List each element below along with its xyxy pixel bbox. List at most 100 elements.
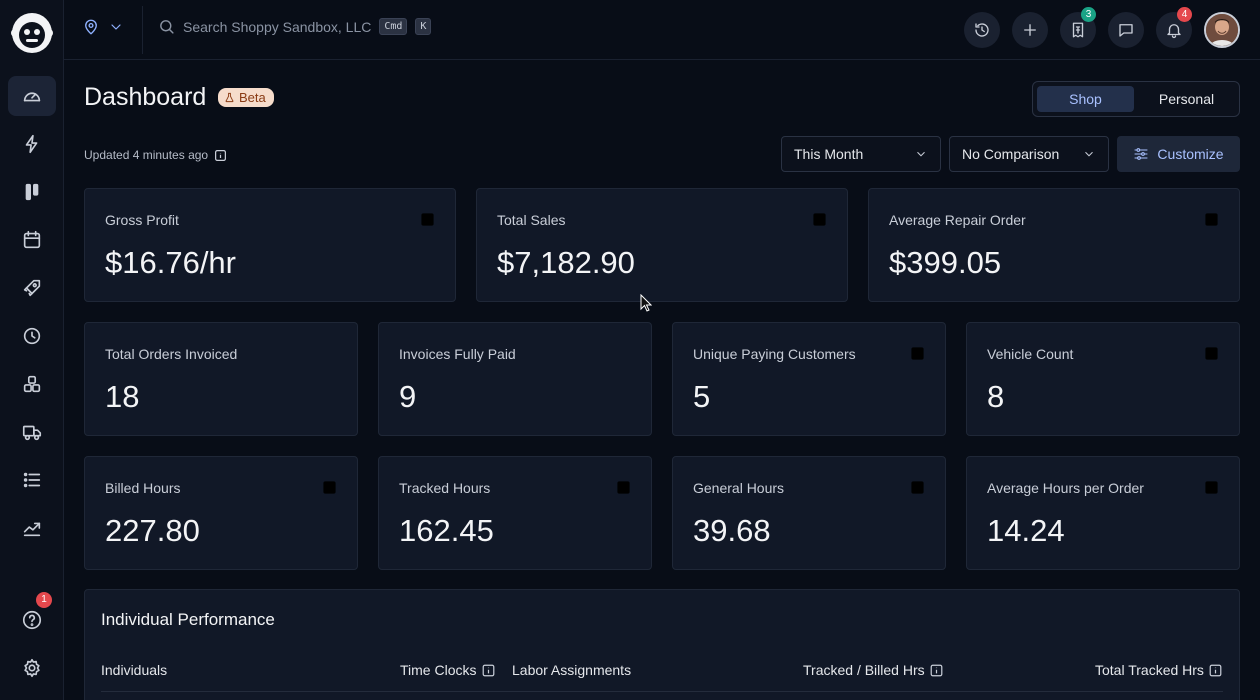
create-button[interactable]: [1012, 12, 1048, 48]
info-icon[interactable]: [1204, 212, 1219, 227]
sidebar-item-marketing[interactable]: [8, 268, 56, 308]
info-icon[interactable]: [1204, 480, 1219, 495]
metric-label: Average Repair Order: [889, 212, 1026, 228]
metric-label: Vehicle Count: [987, 346, 1074, 362]
page-title: Dashboard: [84, 83, 207, 111]
sidebar: 1: [0, 0, 64, 700]
tasks-badge: 3: [1081, 7, 1096, 22]
metric-card-average-repair-order: Average Repair Order $399.05: [868, 188, 1240, 302]
column-label: Total Tracked Hrs: [1095, 662, 1204, 678]
info-icon[interactable]: [482, 664, 495, 677]
info-icon[interactable]: [1204, 346, 1219, 361]
board-columns-icon: [25, 183, 39, 201]
info-icon[interactable]: [214, 149, 227, 162]
metric-value: $7,182.90: [497, 245, 635, 280]
top-bar: Search Shoppy Sandbox, LLC Cmd K 3 4: [64, 0, 1260, 60]
customize-label: Customize: [1157, 146, 1224, 162]
sidebar-item-calendar[interactable]: [8, 220, 56, 260]
info-icon[interactable]: [322, 480, 337, 495]
sliders-icon: [1134, 148, 1148, 160]
list-icon: [23, 472, 41, 488]
notifications-button[interactable]: 4: [1156, 7, 1192, 48]
info-icon[interactable]: [910, 480, 925, 495]
toggle-personal[interactable]: Personal: [1138, 86, 1235, 112]
clock-icon: [23, 327, 41, 345]
calendar-icon: [23, 230, 41, 249]
inventory-icon: [23, 375, 41, 393]
metric-value: 5: [693, 379, 711, 414]
help-badge: 1: [36, 592, 52, 608]
comparison-value: No Comparison: [962, 146, 1060, 162]
sidebar-item-vehicles[interactable]: [8, 412, 56, 452]
sidebar-item-lists[interactable]: [8, 460, 56, 500]
messages-button[interactable]: [1108, 12, 1144, 48]
sidebar-item-inventory[interactable]: [8, 364, 56, 404]
sidebar-item-automations[interactable]: [8, 124, 56, 164]
shopmonkey-logo-icon[interactable]: [10, 11, 54, 55]
metric-card-total-orders-invoiced: Total Orders Invoiced 18: [84, 322, 358, 436]
period-select[interactable]: This Month: [781, 136, 941, 172]
receipt-icon: [1072, 22, 1084, 38]
panel-title: Individual Performance: [101, 610, 275, 629]
global-search[interactable]: Search Shoppy Sandbox, LLC Cmd K: [158, 18, 432, 35]
toggle-shop[interactable]: Shop: [1037, 86, 1134, 112]
metric-label: Unique Paying Customers: [693, 346, 856, 362]
metric-label: Total Orders Invoiced: [105, 346, 238, 362]
metric-value: 9: [399, 379, 417, 414]
metric-label: Average Hours per Order: [987, 480, 1144, 496]
sidebar-item-timeclock[interactable]: [8, 316, 56, 356]
column-label: Tracked / Billed Hrs: [803, 662, 925, 678]
column-label: Time Clocks: [400, 662, 477, 678]
info-icon[interactable]: [1209, 664, 1222, 677]
sidebar-item-help[interactable]: 1: [8, 592, 56, 640]
location-selector[interactable]: [82, 18, 124, 36]
metric-value: 162.45: [399, 513, 494, 548]
history-icon: [975, 23, 989, 37]
shortcut-cmd-key: Cmd: [379, 18, 408, 35]
lightning-icon: [25, 134, 38, 154]
column-label: Labor Assignments: [512, 662, 632, 678]
search-icon: [160, 20, 174, 34]
metric-value: 14.24: [987, 513, 1065, 548]
info-icon[interactable]: [910, 346, 925, 361]
help-icon: [22, 610, 42, 630]
column-header-individuals[interactable]: Individuals: [101, 662, 167, 678]
top-actions: 3 4: [964, 7, 1240, 48]
sidebar-item-reports[interactable]: [8, 508, 56, 548]
flask-icon: [225, 92, 234, 103]
user-photo-icon: [1206, 14, 1238, 46]
metric-label: Gross Profit: [105, 212, 179, 228]
history-button[interactable]: [964, 12, 1000, 48]
map-pin-icon: [85, 19, 97, 35]
sidebar-item-dashboard[interactable]: [8, 76, 56, 116]
customize-button[interactable]: Customize: [1117, 136, 1240, 172]
metric-value: 39.68: [693, 513, 771, 548]
bell-icon: [1167, 24, 1181, 39]
metric-card-average-hours-per-order: Average Hours per Order 14.24: [966, 456, 1240, 570]
tasks-button[interactable]: 3: [1060, 7, 1096, 48]
topbar-divider: [142, 6, 143, 54]
metric-value: 18: [105, 379, 140, 414]
dashboard-main: Dashboard Beta Updated 4 minutes ago Sho…: [64, 60, 1260, 700]
info-icon[interactable]: [812, 212, 827, 227]
column-header-time-clocks[interactable]: Time Clocks: [400, 662, 495, 678]
truck-icon: [22, 425, 42, 441]
column-header-labor-assignments[interactable]: Labor Assignments: [512, 662, 631, 678]
column-header-total-tracked-hrs[interactable]: Total Tracked Hrs: [1095, 662, 1222, 678]
updated-text: Updated 4 minutes ago: [84, 148, 209, 162]
column-label: Individuals: [101, 662, 168, 678]
metric-card-vehicle-count: Vehicle Count 8: [966, 322, 1240, 436]
individual-performance-panel: Individual Performance Individuals Time …: [84, 589, 1240, 700]
info-icon[interactable]: [930, 664, 943, 677]
gear-icon: [24, 658, 40, 678]
metric-card-billed-hours: Billed Hours 227.80: [84, 456, 358, 570]
comparison-select[interactable]: No Comparison: [949, 136, 1109, 172]
sidebar-item-workflow[interactable]: [8, 172, 56, 212]
column-header-tracked-billed-hrs[interactable]: Tracked / Billed Hrs: [803, 662, 943, 678]
info-icon[interactable]: [616, 480, 631, 495]
metric-label: General Hours: [693, 480, 785, 496]
user-avatar[interactable]: [1204, 12, 1240, 48]
period-value: This Month: [794, 146, 864, 162]
sidebar-item-settings[interactable]: [8, 648, 56, 688]
info-icon[interactable]: [420, 212, 435, 227]
